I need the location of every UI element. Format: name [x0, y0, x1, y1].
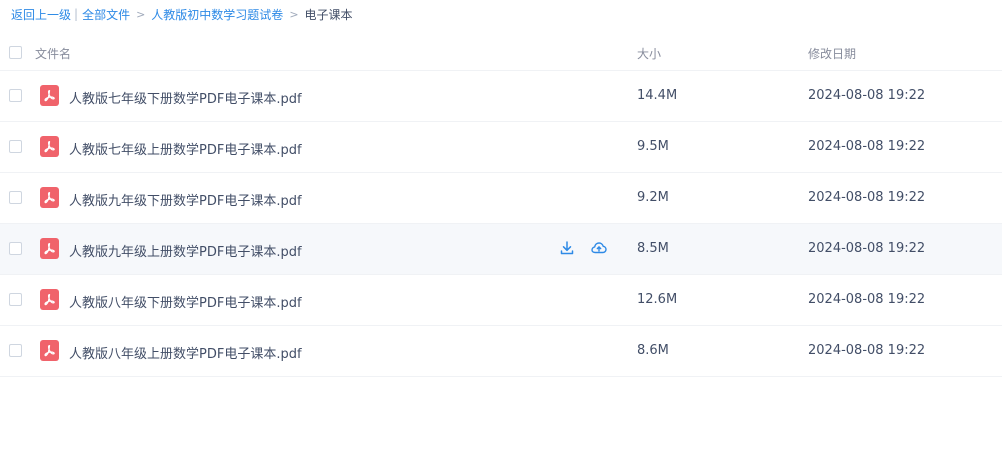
table-row[interactable]: 人教版七年级上册数学PDF电子课本.pdf 9.5M 2024-08-08 19… [0, 122, 1002, 173]
file-table: 文件名 大小 修改日期 人教版七年级下册数学PDF电子课本.pdf 14.4M … [0, 35, 1002, 377]
row-checkbox[interactable] [9, 242, 22, 255]
pdf-file-icon [40, 289, 59, 310]
file-name[interactable]: 人教版七年级上册数学PDF电子课本.pdf [69, 139, 302, 158]
pdf-file-icon [40, 136, 59, 157]
pdf-file-icon [40, 85, 59, 106]
folder-link[interactable]: 人教版初中数学习题试卷 [151, 6, 283, 23]
file-modified-date: 2024-08-08 19:22 [808, 190, 926, 205]
current-folder: 电子课本 [304, 7, 353, 22]
row-checkbox[interactable] [9, 293, 22, 306]
breadcrumb-separator-icon: > [136, 7, 146, 21]
row-checkbox[interactable] [9, 191, 22, 204]
file-name[interactable]: 人教版九年级下册数学PDF电子课本.pdf [69, 190, 302, 209]
file-modified-date: 2024-08-08 19:22 [808, 241, 926, 256]
cloud-upload-icon[interactable] [591, 240, 607, 256]
modified-column-header[interactable]: 修改日期 [808, 45, 856, 62]
file-size: 14.4M [637, 88, 678, 103]
pdf-file-icon [40, 238, 59, 259]
file-name[interactable]: 人教版八年级下册数学PDF电子课本.pdf [69, 292, 302, 311]
breadcrumb-divider: | [74, 7, 79, 21]
select-all-checkbox[interactable] [9, 46, 22, 59]
file-modified-date: 2024-08-08 19:22 [808, 343, 926, 358]
table-row[interactable]: 人教版九年级下册数学PDF电子课本.pdf 9.2M 2024-08-08 19… [0, 173, 1002, 224]
file-modified-date: 2024-08-08 19:22 [808, 88, 926, 103]
back-link[interactable]: 返回上一级 [11, 6, 71, 23]
pdf-file-icon [40, 340, 59, 361]
table-row[interactable]: 人教版九年级上册数学PDF电子课本.pdf 8.5M 2024-08-08 19… [0, 224, 1002, 275]
table-row[interactable]: 人教版七年级下册数学PDF电子课本.pdf 14.4M 2024-08-08 1… [0, 71, 1002, 122]
breadcrumb-separator-icon: > [289, 7, 299, 21]
row-checkbox[interactable] [9, 344, 22, 357]
table-row[interactable]: 人教版八年级上册数学PDF电子课本.pdf 8.6M 2024-08-08 19… [0, 326, 1002, 377]
pdf-file-icon [40, 187, 59, 208]
file-modified-date: 2024-08-08 19:22 [808, 292, 926, 307]
file-name[interactable]: 人教版九年级上册数学PDF电子课本.pdf [69, 241, 302, 260]
file-size: 8.5M [637, 241, 669, 256]
row-checkbox[interactable] [9, 89, 22, 102]
row-checkbox[interactable] [9, 140, 22, 153]
breadcrumb: 返回上一级 | 全部文件 > 人教版初中数学习题试卷 > 电子课本 [11, 5, 353, 23]
file-size: 9.2M [637, 190, 669, 205]
name-column-header[interactable]: 文件名 [35, 45, 71, 62]
table-header: 文件名 大小 修改日期 [0, 35, 1002, 71]
file-name[interactable]: 人教版七年级下册数学PDF电子课本.pdf [69, 88, 302, 107]
file-size: 9.5M [637, 139, 669, 154]
file-size: 12.6M [637, 292, 678, 307]
download-icon[interactable] [559, 240, 575, 256]
all-files-link[interactable]: 全部文件 [82, 6, 130, 23]
file-size: 8.6M [637, 343, 669, 358]
table-row[interactable]: 人教版八年级下册数学PDF电子课本.pdf 12.6M 2024-08-08 1… [0, 275, 1002, 326]
file-name[interactable]: 人教版八年级上册数学PDF电子课本.pdf [69, 343, 302, 362]
size-column-header[interactable]: 大小 [637, 45, 661, 62]
file-modified-date: 2024-08-08 19:22 [808, 139, 926, 154]
